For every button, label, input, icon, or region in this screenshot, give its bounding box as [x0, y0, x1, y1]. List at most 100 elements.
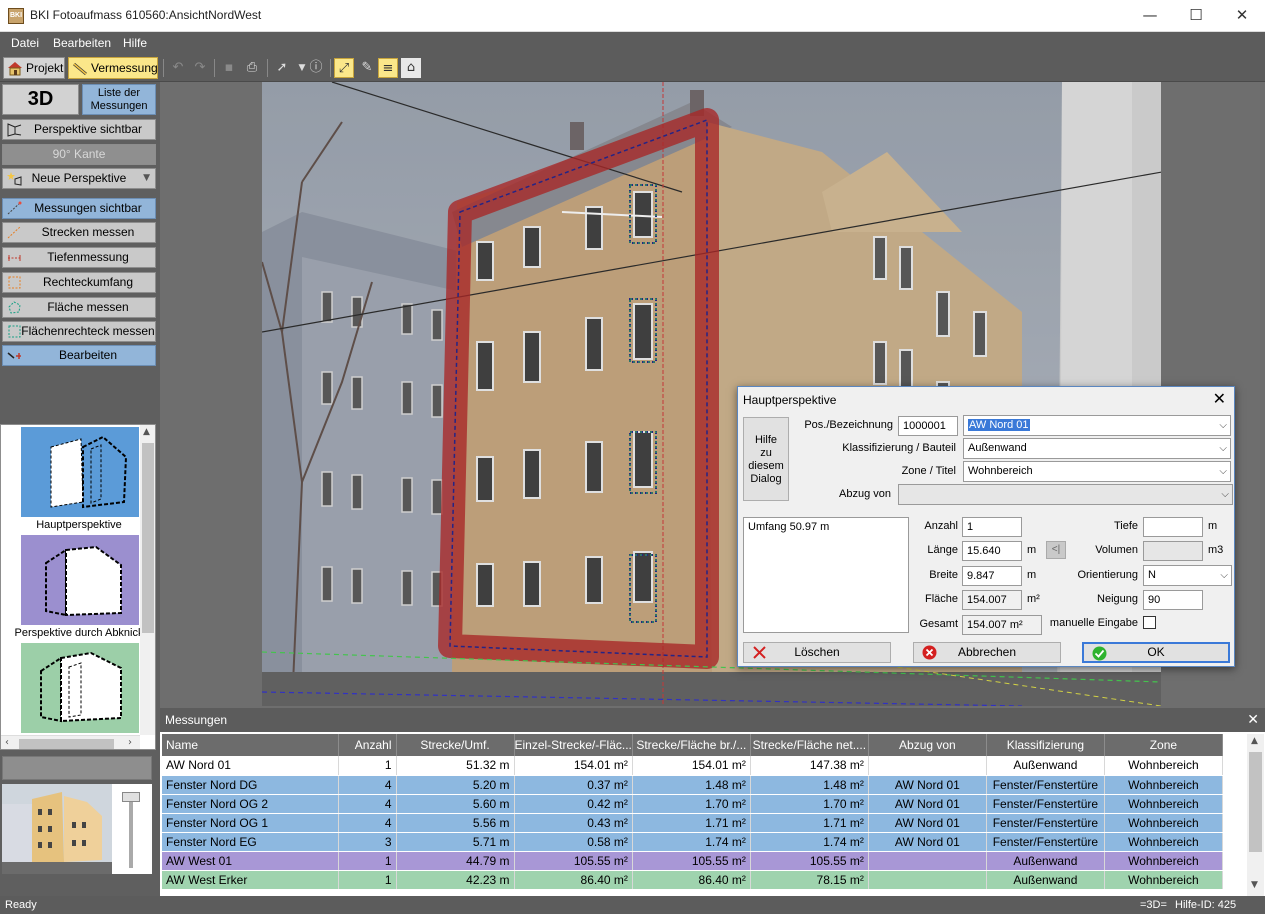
toolbar-separator [214, 59, 215, 77]
flaechenrechteck-messen-button[interactable]: Flächenrechteck messen [2, 321, 156, 342]
help-dialog-button[interactable]: Hilfe zu diesem Dialog [743, 417, 789, 501]
3d-button[interactable]: 3D [2, 84, 79, 115]
projekt-button[interactable]: Projekt [3, 57, 65, 79]
strecken-messen-button[interactable]: Strecken messen [2, 222, 156, 243]
perspective-list-hscrollbar[interactable]: ‹ › [1, 735, 140, 749]
orientierung-combobox[interactable]: N ⌵ [1143, 565, 1232, 586]
menu-bearbeiten[interactable]: Bearbeiten [53, 36, 111, 50]
col-header-brutto[interactable]: Strecke/Fläche br./... [632, 734, 751, 756]
chevron-down-icon[interactable]: ▼ [1251, 880, 1258, 890]
cell-netto: 1.48 m² [750, 775, 869, 795]
projekt-label: Projekt [26, 61, 64, 75]
cell-zone: Wohnbereich [1104, 832, 1223, 852]
laenge-field[interactable]: 15.640 [962, 541, 1022, 561]
maximize-button[interactable]: ☐ [1173, 0, 1219, 32]
slider-thumb[interactable] [122, 792, 140, 802]
breite-field[interactable]: 9.847 [962, 566, 1022, 586]
table-row[interactable]: AW West Erker 1 42.23 m 86.40 m² 86.40 m² 78.… [162, 870, 1223, 890]
save-icon[interactable]: ▪ [219, 58, 239, 78]
neigung-field[interactable]: 90 [1143, 590, 1203, 610]
area-icon [8, 301, 21, 314]
zone-combobox[interactable]: Wohnbereich ⌵ [963, 461, 1231, 482]
table-row[interactable]: Fenster Nord OG 1 4 5.56 m 0.43 m² 1.71 m² 1.… [162, 813, 1223, 833]
col-header-klassifizierung[interactable]: Klassifizierung [986, 734, 1105, 756]
menu-hilfe[interactable]: Hilfe [123, 36, 147, 50]
chevron-left-icon[interactable]: ‹ [5, 737, 9, 748]
menu-datei[interactable]: Datei [11, 36, 39, 50]
ok-label: OK [1147, 645, 1165, 659]
table-row[interactable]: Fenster Nord OG 2 4 5.60 m 0.42 m² 1.70 m² 1.… [162, 794, 1223, 814]
perspective-item-3[interactable] [21, 643, 139, 733]
measure-line-icon[interactable]: ⤢ [334, 58, 354, 78]
klassifizierung-combobox[interactable]: Außenwand ⌵ [963, 438, 1231, 459]
90-kante-button[interactable]: 90° Kante [2, 144, 156, 165]
ok-button[interactable]: OK [1082, 642, 1230, 663]
scrollbar-thumb[interactable] [142, 443, 154, 633]
manuelle-eingabe-checkbox[interactable] [1143, 616, 1156, 629]
scrollbar-thumb[interactable] [1249, 752, 1262, 852]
perspektive-sichtbar-button[interactable]: Perspektive sichtbar [2, 119, 156, 140]
redo-icon[interactable]: ↷ [190, 58, 210, 78]
rechteckumfang-messen-button[interactable]: Rechteckumfang messen [2, 272, 156, 308]
photo-navigator[interactable] [2, 784, 152, 874]
close-icon[interactable]: ✕ [1247, 708, 1259, 732]
liste-der-messungen-button[interactable]: Liste der Messungen [82, 84, 156, 115]
neigung-label: Neigung [1097, 593, 1138, 605]
house-outline-icon [45, 545, 122, 617]
messungen-scrollbar[interactable]: ▲ ▼ [1247, 734, 1264, 896]
rectangle-perimeter-icon [8, 276, 21, 289]
table-row[interactable]: Fenster Nord DG 4 5.20 m 0.37 m² 1.48 m² 1.48… [162, 775, 1223, 795]
depth-measure-icon [8, 255, 21, 261]
bearbeiten-button[interactable]: Bearbeiten [2, 345, 156, 366]
close-button[interactable]: ✕ [1219, 0, 1265, 32]
home-icon[interactable]: ⌂ [401, 58, 421, 78]
transfer-button[interactable]: <| [1046, 541, 1066, 559]
help-label-3: diesem [748, 460, 784, 472]
col-header-strecke[interactable]: Strecke/Umf. [396, 734, 515, 756]
abzug-von-combobox[interactable]: ⌵ [898, 484, 1233, 505]
cell-anzahl: 3 [338, 832, 397, 852]
measure-pen-icon[interactable]: ✎ [357, 58, 377, 78]
pointer-icon[interactable]: ➚ [272, 58, 292, 78]
vermessung-button[interactable]: Vermessung [68, 57, 158, 79]
anzahl-field[interactable]: 1 [962, 517, 1022, 537]
cell-abzug: AW Nord 01 [868, 794, 987, 814]
col-header-anzahl[interactable]: Anzahl [338, 734, 397, 756]
table-row[interactable]: AW Nord 01 1 51.32 m 154.01 m² 154.01 m² 147.… [162, 756, 1223, 776]
bezeichnung-combobox[interactable]: AW Nord 01 ⌵ [963, 415, 1231, 436]
cell-brutto: 1.71 m² [632, 813, 751, 833]
tiefenmessung-button[interactable]: Tiefenmessung [2, 247, 156, 268]
cell-name: AW West 01 [162, 851, 339, 871]
tiefe-field[interactable] [1143, 517, 1203, 537]
hscrollbar-thumb[interactable] [19, 739, 114, 749]
neue-perspektive-dropdown[interactable]: Neue Perspektive ▼ [2, 168, 156, 189]
loeschen-button[interactable]: Löschen [743, 642, 891, 663]
pos-field[interactable]: 1000001 [898, 416, 958, 436]
messungen-sichtbar-button[interactable]: Messungen sichtbar [2, 198, 156, 219]
chevron-right-icon[interactable]: › [128, 737, 132, 748]
cell-abzug [868, 851, 987, 871]
col-header-name[interactable]: Name [162, 734, 339, 756]
perspective-list-scrollbar[interactable]: ▲ [140, 425, 155, 735]
col-header-einzel[interactable]: Einzel-Strecke/-Fläc... [514, 734, 633, 756]
perspective-item-abknick[interactable]: Perspektive durch Abknick [14, 535, 144, 639]
perspective-thumbnail [21, 427, 139, 517]
perspective-item-haupt[interactable]: Hauptperspektive [21, 427, 139, 531]
minimize-button[interactable]: — [1127, 0, 1173, 32]
col-header-netto[interactable]: Strecke/Fläche net.... [750, 734, 869, 756]
close-icon[interactable]: ✕ [1213, 389, 1226, 408]
print-icon[interactable]: ⎙ [242, 58, 262, 78]
col-header-zone[interactable]: Zone [1104, 734, 1223, 756]
table-row[interactable]: Fenster Nord EG 3 5.71 m 0.58 m² 1.74 m² 1.74… [162, 832, 1223, 852]
layers-icon[interactable]: ≡ [378, 58, 398, 78]
flaeche-messen-button[interactable]: Fläche messen [2, 297, 156, 318]
undo-icon[interactable]: ↶ [168, 58, 188, 78]
table-row[interactable]: AW West 01 1 44.79 m 105.55 m² 105.55 m² 105.… [162, 851, 1223, 871]
table-header-row: Name Anzahl Strecke/Umf. Einzel-Strecke/… [162, 734, 1223, 756]
chevron-up-icon[interactable]: ▲ [1251, 736, 1258, 746]
col-header-abzug[interactable]: Abzug von [868, 734, 987, 756]
info-icon[interactable]: ⓘ [306, 58, 326, 78]
chevron-up-icon[interactable]: ▲ [143, 427, 150, 437]
abbrechen-button[interactable]: Abbrechen [913, 642, 1061, 663]
zoom-slider[interactable] [122, 790, 140, 870]
